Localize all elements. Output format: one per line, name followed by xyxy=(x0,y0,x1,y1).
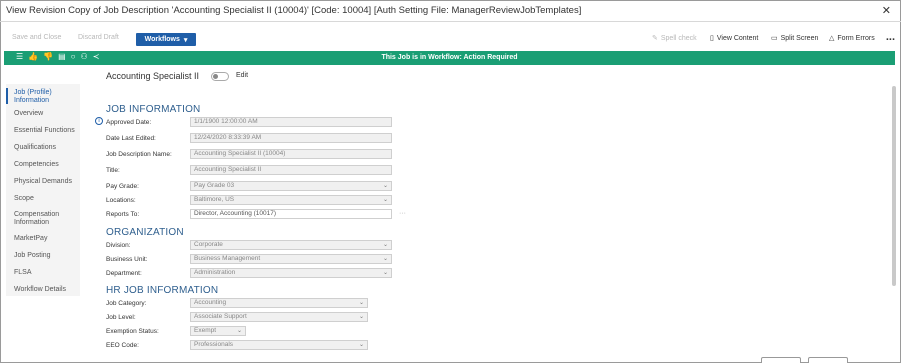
workflows-button[interactable]: Workflows ▾ xyxy=(136,33,196,46)
chevron-down-icon: ⌄ xyxy=(382,183,388,189)
chevron-down-icon: ⌄ xyxy=(382,242,388,248)
exemption-status-select[interactable]: Exempt ⌄ xyxy=(190,326,246,336)
title-bar: View Revision Copy of Job Description 'A… xyxy=(0,0,901,22)
view-content-button[interactable]: ▯ View Content xyxy=(710,34,759,43)
locations-select[interactable]: Baltimore, US ⌄ xyxy=(190,195,392,205)
sidebar-item-scope[interactable]: Scope xyxy=(14,195,34,203)
discard-draft-button[interactable]: Discard Draft xyxy=(78,34,119,41)
save-and-close-button[interactable]: Save and Close xyxy=(12,34,61,41)
spell-check-button[interactable]: ✎ Spell check xyxy=(652,34,697,43)
division-label: Division: xyxy=(106,242,131,249)
locations-value: Baltimore, US xyxy=(194,196,235,203)
chevron-down-icon: ⌄ xyxy=(382,270,388,276)
approved-date-field: 1/1/1900 12:00:00 AM xyxy=(190,117,392,127)
job-level-label: Job Level: xyxy=(106,314,136,321)
chevron-down-icon: ⌄ xyxy=(358,314,364,320)
reports-to-label: Reports To: xyxy=(106,211,140,218)
pay-grade-select[interactable]: Pay Grade 03 ⌄ xyxy=(190,181,392,191)
split-screen-icon: ▭ xyxy=(771,35,778,42)
job-category-select[interactable]: Accounting ⌄ xyxy=(190,298,368,308)
view-content-label: View Content xyxy=(716,34,759,42)
job-category-label: Job Category: xyxy=(106,300,147,307)
job-description-name-field: Accounting Specialist II (10004) xyxy=(190,149,392,159)
locations-label: Locations: xyxy=(106,197,136,204)
sidebar-item-flsa[interactable]: FLSA xyxy=(14,269,32,277)
chevron-down-icon: ⌄ xyxy=(236,328,242,334)
chevron-down-icon: ⌄ xyxy=(382,256,388,262)
job-information-heading: JOB INFORMATION xyxy=(106,104,201,115)
spell-check-label: Spell check xyxy=(660,34,697,42)
eeo-code-label: EEO Code: xyxy=(106,342,139,349)
sidebar-item-competencies[interactable]: Competencies xyxy=(14,161,59,169)
vertical-scrollbar[interactable] xyxy=(892,86,896,286)
window-title: View Revision Copy of Job Description 'A… xyxy=(6,5,582,16)
sidebar-item-marketpay[interactable]: MarketPay xyxy=(14,235,47,243)
pay-grade-value: Pay Grade 03 xyxy=(194,182,235,189)
spell-check-icon: ✎ xyxy=(652,35,658,42)
edit-label: Edit xyxy=(236,72,249,79)
banner-message: This Job is in Workflow: Action Required xyxy=(381,54,518,61)
sidebar-item-qualifications[interactable]: Qualifications xyxy=(14,144,56,152)
business-unit-value: Business Management xyxy=(194,255,261,262)
split-screen-label: Split Screen xyxy=(780,34,819,42)
organization-heading: ORGANIZATION xyxy=(106,227,184,238)
more-options-icon[interactable]: ... xyxy=(886,31,895,43)
business-unit-select[interactable]: Business Management ⌄ xyxy=(190,254,392,264)
exemption-status-label: Exemption Status: xyxy=(106,328,159,335)
job-level-value: Associate Support xyxy=(194,313,247,320)
title-label: Title: xyxy=(106,167,120,174)
hr-job-information-heading: HR JOB INFORMATION xyxy=(106,285,219,296)
chevron-down-icon: ▾ xyxy=(183,36,188,44)
chevron-down-icon: ⌄ xyxy=(358,300,364,306)
workflow-banner: ☰ 👍 👎 ▤ ○ ⚇ ≺ This Job is in Workflow: A… xyxy=(4,51,895,65)
job-name-heading: Accounting Specialist II xyxy=(106,71,200,81)
sidebar-item-workflow-details[interactable]: Workflow Details xyxy=(14,286,66,294)
sidebar-active-indicator xyxy=(6,88,8,104)
job-description-name-label: Job Description Name: xyxy=(106,151,172,158)
division-value: Corporate xyxy=(194,241,223,248)
main-content: Accounting Specialist II Edit JOB INFORM… xyxy=(90,66,880,363)
date-last-edited-field: 12/24/2020 8:33:39 AM xyxy=(190,133,392,143)
approved-date-label: Approved Date: xyxy=(106,119,152,126)
department-select[interactable]: Administration ⌄ xyxy=(190,268,392,278)
reports-to-field[interactable]: Director, Accounting (10017) xyxy=(190,209,392,219)
workflows-label: Workflows xyxy=(144,36,180,43)
reports-to-lookup-icon[interactable]: ··· xyxy=(399,210,406,217)
title-field: Accounting Specialist II xyxy=(190,165,392,175)
info-icon[interactable]: i xyxy=(95,117,103,125)
chevron-down-icon: ⌄ xyxy=(382,197,388,203)
exemption-status-value: Exempt xyxy=(194,327,217,334)
document-icon: ▯ xyxy=(710,35,714,42)
division-select[interactable]: Corporate ⌄ xyxy=(190,240,392,250)
footer-button-right[interactable] xyxy=(808,357,848,363)
sidebar-item-physical-demands[interactable]: Physical Demands xyxy=(14,178,72,186)
sidebar-item-compensation-information[interactable]: Compensation Information xyxy=(14,211,76,227)
eeo-code-value: Professionals xyxy=(194,341,234,348)
sidebar-item-overview[interactable]: Overview xyxy=(14,110,43,118)
split-screen-button[interactable]: ▭ Split Screen xyxy=(771,34,819,43)
footer-button-left[interactable] xyxy=(761,357,801,363)
form-errors-button[interactable]: △ Form Errors xyxy=(829,34,875,43)
sidebar-item-essential-functions[interactable]: Essential Functions xyxy=(14,127,75,135)
business-unit-label: Business Unit: xyxy=(106,256,148,263)
department-value: Administration xyxy=(194,269,236,276)
department-label: Department: xyxy=(106,270,142,277)
job-category-value: Accounting xyxy=(194,299,227,306)
date-last-edited-label: Date Last Edited: xyxy=(106,135,156,142)
sidebar-item-job-posting[interactable]: Job Posting xyxy=(14,252,51,260)
job-level-select[interactable]: Associate Support ⌄ xyxy=(190,312,368,322)
sidebar-item-job-profile-information[interactable]: Job (Profile) Information xyxy=(14,89,74,105)
form-errors-label: Form Errors xyxy=(837,34,875,42)
toolbar: Save and Close Discard Draft Workflows ▾… xyxy=(0,30,901,48)
close-icon[interactable]: ✕ xyxy=(882,4,891,17)
edit-toggle[interactable] xyxy=(211,72,229,81)
warning-icon: △ xyxy=(829,35,835,42)
chevron-down-icon: ⌄ xyxy=(358,342,364,348)
eeo-code-select[interactable]: Professionals ⌄ xyxy=(190,340,368,350)
pay-grade-label: Pay Grade: xyxy=(106,183,139,190)
